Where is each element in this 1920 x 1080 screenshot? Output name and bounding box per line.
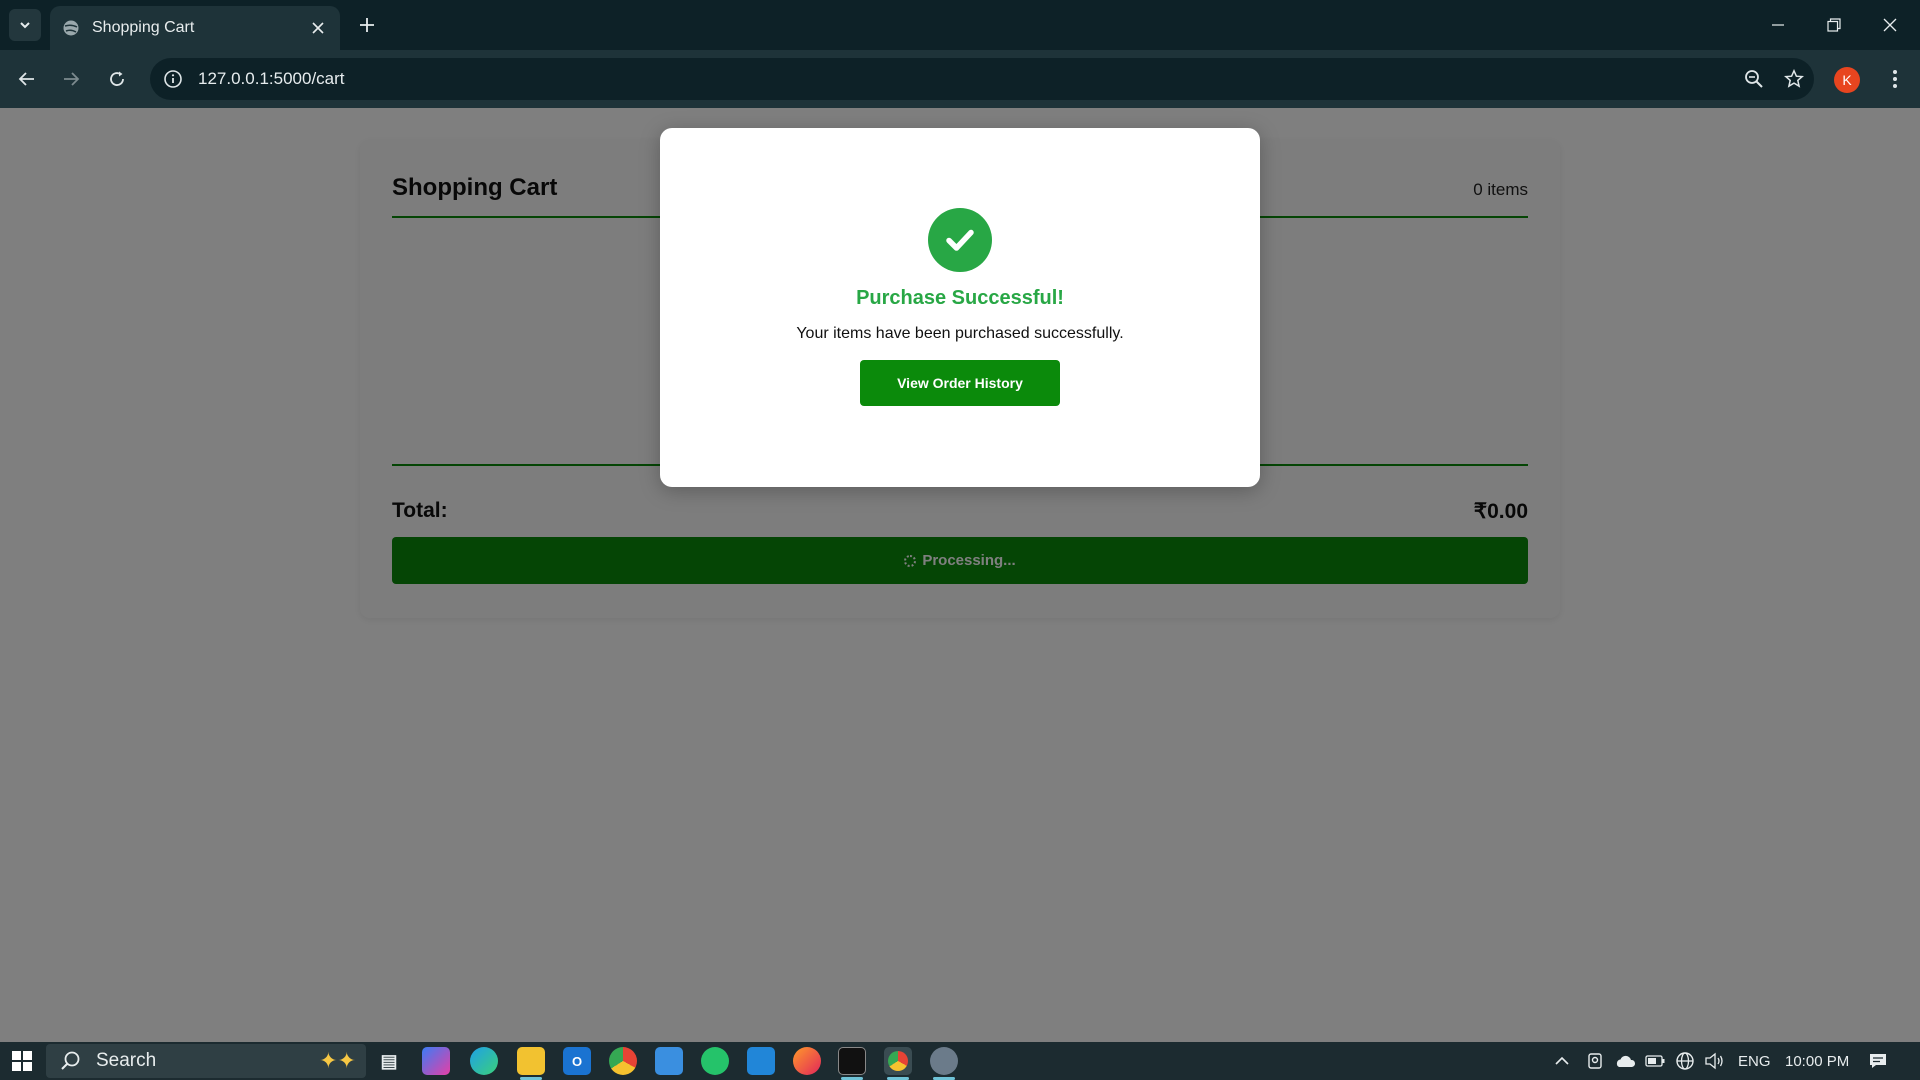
app-icon[interactable] bbox=[930, 1047, 958, 1075]
search-placeholder: Search bbox=[96, 1050, 157, 1071]
more-vertical-icon bbox=[1893, 70, 1897, 88]
globe-icon bbox=[63, 20, 79, 36]
sparkle-icon: ✦✦ bbox=[319, 1048, 356, 1073]
browser-toolbar: 127.0.0.1:5000/cart K bbox=[0, 50, 1920, 108]
terminal-icon[interactable] bbox=[838, 1047, 866, 1075]
whatsapp-icon[interactable] bbox=[701, 1047, 729, 1075]
success-check-icon bbox=[928, 208, 992, 272]
close-icon bbox=[1883, 18, 1897, 32]
tray-chevron-icon[interactable] bbox=[1554, 1042, 1570, 1080]
zoom-icon[interactable] bbox=[1734, 59, 1774, 99]
restore-button[interactable] bbox=[1806, 0, 1862, 50]
notifications-icon[interactable] bbox=[1868, 1042, 1888, 1080]
onedrive-icon[interactable] bbox=[1614, 1042, 1636, 1080]
store-icon[interactable] bbox=[655, 1047, 683, 1075]
task-view-icon[interactable]: ▤ bbox=[375, 1047, 403, 1075]
plus-icon bbox=[360, 18, 374, 32]
taskbar: Search ✦✦ ▤ O ENG 10:00 PM bbox=[0, 1042, 1920, 1080]
volume-icon[interactable] bbox=[1704, 1042, 1724, 1080]
restore-icon bbox=[1827, 18, 1841, 32]
firefox-icon[interactable] bbox=[793, 1047, 821, 1075]
minimize-icon bbox=[1772, 24, 1784, 26]
address-bar[interactable]: 127.0.0.1:5000/cart bbox=[150, 58, 1814, 100]
browser-menu-button[interactable] bbox=[1880, 64, 1910, 94]
windows-icon bbox=[12, 1051, 32, 1071]
back-arrow-icon bbox=[18, 72, 34, 86]
taskbar-search[interactable]: Search ✦✦ bbox=[46, 1044, 366, 1078]
camera-icon[interactable] bbox=[1586, 1042, 1604, 1080]
chrome-icon[interactable] bbox=[609, 1047, 637, 1075]
tab-strip: Shopping Cart bbox=[0, 0, 1920, 50]
language-indicator[interactable]: ENG bbox=[1738, 1042, 1771, 1080]
new-tab-button[interactable] bbox=[354, 12, 380, 38]
clock[interactable]: 10:00 PM bbox=[1785, 1042, 1849, 1080]
tab-search-button[interactable] bbox=[9, 9, 41, 41]
modal-heading: Purchase Successful! bbox=[856, 287, 1064, 309]
file-explorer-icon[interactable] bbox=[517, 1047, 545, 1075]
modal-message: Your items have been purchased successfu… bbox=[796, 325, 1124, 342]
vscode-icon[interactable] bbox=[747, 1047, 775, 1075]
minimize-button[interactable] bbox=[1750, 0, 1806, 50]
forward-arrow-icon bbox=[64, 72, 80, 86]
outlook-icon[interactable]: O bbox=[563, 1047, 591, 1075]
close-tab-icon[interactable] bbox=[308, 18, 328, 38]
battery-icon[interactable] bbox=[1645, 1042, 1665, 1080]
search-icon bbox=[61, 1051, 80, 1070]
copilot-icon[interactable] bbox=[422, 1047, 450, 1075]
profile-avatar[interactable]: K bbox=[1834, 67, 1860, 93]
browser-tab[interactable]: Shopping Cart bbox=[50, 6, 340, 50]
site-info-icon[interactable] bbox=[162, 68, 184, 90]
chevron-down-icon bbox=[20, 22, 30, 29]
bookmark-star-icon[interactable] bbox=[1774, 59, 1814, 99]
reload-icon bbox=[110, 71, 124, 86]
chrome-active-icon[interactable] bbox=[884, 1047, 912, 1075]
view-order-history-button[interactable]: View Order History bbox=[860, 360, 1060, 406]
back-button[interactable] bbox=[12, 64, 42, 94]
close-window-button[interactable] bbox=[1862, 0, 1918, 50]
tab-title: Shopping Cart bbox=[92, 19, 195, 36]
forward-button[interactable] bbox=[56, 64, 86, 94]
url-text[interactable]: 127.0.0.1:5000/cart bbox=[198, 69, 1734, 89]
reload-button[interactable] bbox=[102, 64, 132, 94]
edge-icon[interactable] bbox=[470, 1047, 498, 1075]
start-button[interactable] bbox=[0, 1042, 44, 1080]
success-modal: Purchase Successful! Your items have bee… bbox=[660, 128, 1260, 487]
network-icon[interactable] bbox=[1675, 1042, 1695, 1080]
page-viewport: Shopping Cart 0 items Total: ₹0.00 Proce… bbox=[0, 108, 1920, 1042]
